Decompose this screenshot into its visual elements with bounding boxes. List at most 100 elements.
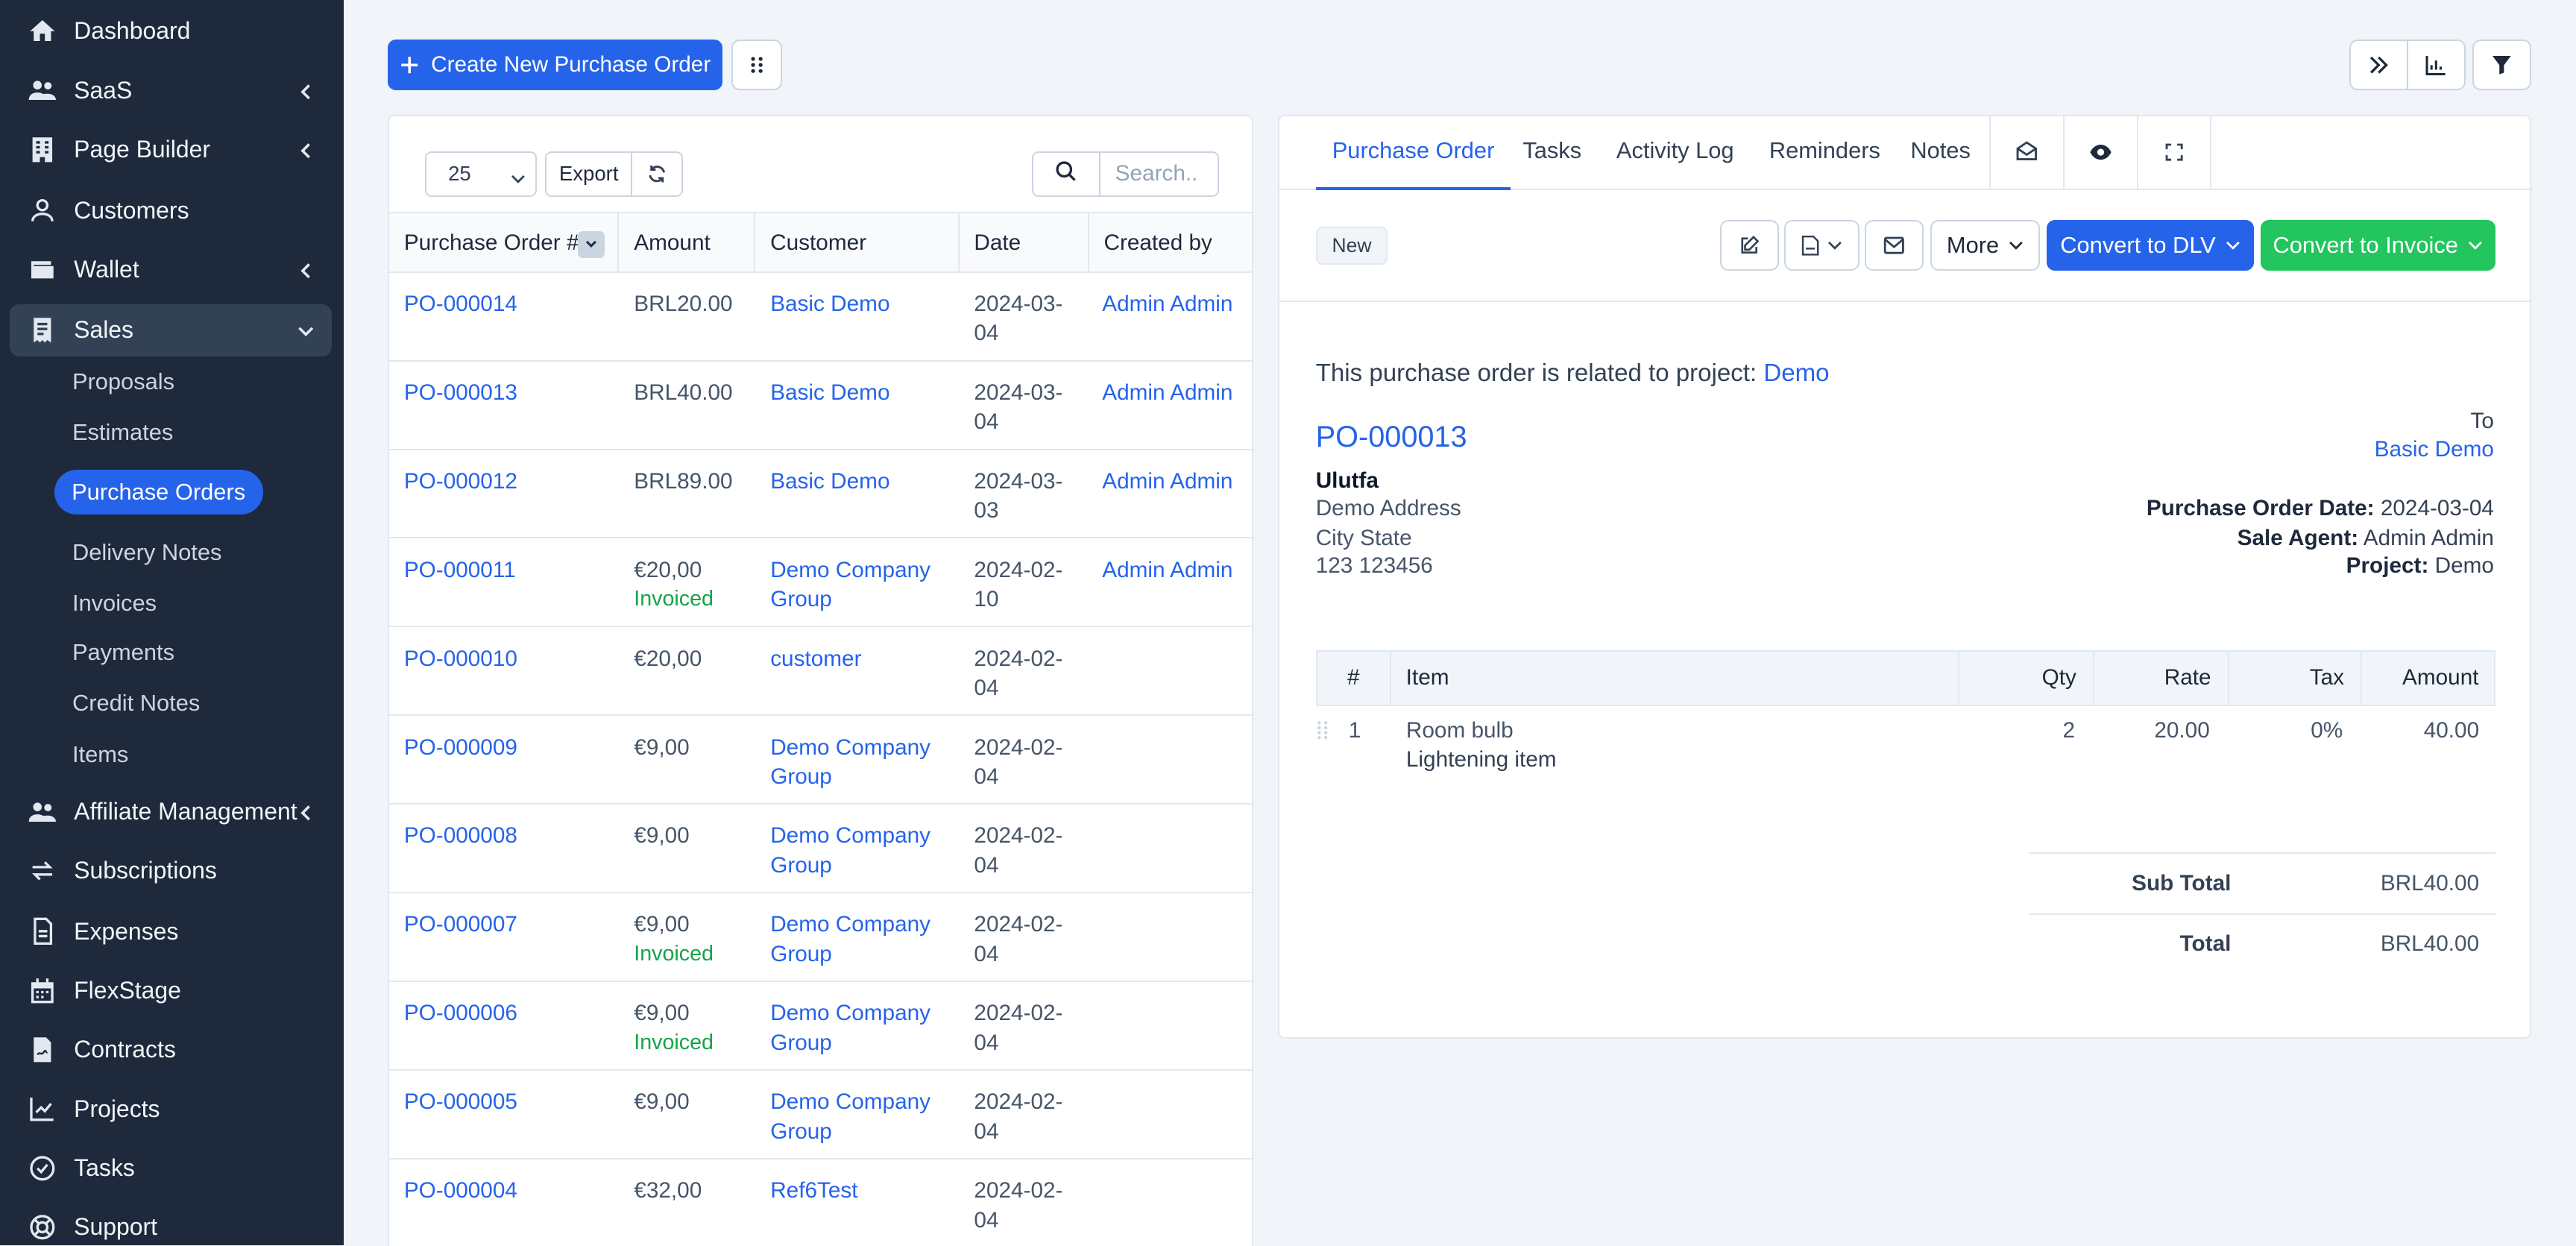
customer-link[interactable]: Basic Demo (770, 467, 942, 497)
sidebar-item-support[interactable]: Support (0, 1201, 344, 1246)
sidebar-subitem-payments[interactable]: Payments (72, 639, 174, 666)
created-by-link[interactable]: Admin Admin (1102, 289, 1232, 319)
tab-tasks[interactable]: Tasks (1522, 116, 1581, 190)
tab-views[interactable] (2063, 116, 2137, 191)
amount-cell: €9,00 (634, 821, 749, 851)
po-number-link[interactable]: PO-000006 (404, 998, 517, 1028)
table-row[interactable]: PO-000006 €9,00 Invoiced Demo Company Group… (389, 982, 1253, 1072)
send-email-button[interactable] (1864, 220, 1924, 271)
stats-button[interactable] (2406, 39, 2466, 91)
column-header-created-by[interactable]: Created by (1089, 213, 1253, 272)
sidebar-subitem-delivery-notes[interactable]: Delivery Notes (72, 539, 221, 566)
customer-link[interactable]: Demo Company Group (770, 556, 942, 614)
table-row[interactable]: PO-000008 €9,00 Demo Company Group 2024-02-… (389, 805, 1253, 894)
sidebar-item-expenses[interactable]: Expenses (0, 905, 344, 958)
table-row[interactable]: PO-000004 €32,00 Ref6Test 2024-02-04 (389, 1160, 1252, 1246)
sidebar-item-affiliate-management[interactable]: Affiliate Management (0, 785, 344, 838)
sidebar-item-projects[interactable]: Projects (0, 1083, 344, 1136)
po-number-link[interactable]: PO-000004 (404, 1176, 517, 1206)
customer-link[interactable]: Demo Company Group (770, 910, 942, 969)
po-number-link[interactable]: PO-000005 (404, 1087, 517, 1117)
sidebar-subitem-invoices[interactable]: Invoices (72, 590, 157, 617)
create-purchase-order-button[interactable]: Create New Purchase Order (388, 39, 723, 91)
table-row[interactable]: PO-000011 €20,00 Invoiced Demo Company Grou… (389, 539, 1253, 628)
created-by-link[interactable]: Admin Admin (1102, 378, 1232, 408)
edit-button[interactable] (1719, 220, 1780, 271)
sidebar-subitem-credit-notes[interactable]: Credit Notes (72, 690, 200, 717)
customer-link[interactable]: Basic Demo (2375, 437, 2494, 462)
search-input[interactable] (1098, 151, 1219, 198)
sidebar-item-flexstage[interactable]: FlexStage (0, 964, 344, 1017)
column-header-date[interactable]: Date (960, 213, 1089, 273)
created-by-link[interactable]: Admin Admin (1102, 556, 1232, 585)
sidebar-subitem-proposals[interactable]: Proposals (72, 368, 174, 395)
sidebar-item-sales[interactable]: Sales (10, 303, 333, 357)
refresh-button[interactable] (630, 151, 684, 198)
customer-link[interactable]: customer (770, 644, 942, 674)
date-cell: 2024-02-04 (974, 646, 1063, 701)
customer-link[interactable]: Demo Company Group (770, 998, 942, 1057)
to-label: To (2470, 409, 2494, 434)
sidebar-item-page-builder[interactable]: Page Builder (0, 123, 344, 176)
po-number-link[interactable]: PO-000009 (404, 733, 517, 763)
table-row[interactable]: PO-000009 €9,00 Demo Company Group 2024-02-… (389, 716, 1253, 805)
sidebar-item-wallet[interactable]: Wallet (0, 243, 344, 296)
column-header-amount[interactable]: Amount (619, 213, 756, 273)
sort-icon[interactable] (578, 231, 605, 258)
tab-activity-log[interactable]: Activity Log (1616, 116, 1734, 190)
po-number-link[interactable]: PO-000014 (404, 289, 517, 319)
customer-link[interactable]: Demo Company Group (770, 1087, 942, 1146)
customer-link[interactable]: Basic Demo (770, 378, 942, 408)
customer-link[interactable]: Basic Demo (770, 289, 942, 319)
more-dropdown-button[interactable]: More (1930, 220, 2041, 271)
tab-emails[interactable] (1989, 116, 2063, 191)
po-number-link[interactable]: PO-000010 (404, 644, 517, 674)
table-row[interactable]: PO-000014 BRL20.00 Basic Demo 2024-03-04 Adm… (389, 273, 1253, 362)
project-link[interactable]: Demo (1763, 359, 1829, 387)
tab-reminders[interactable]: Reminders (1769, 116, 1880, 190)
created-by-link[interactable]: Admin Admin (1102, 467, 1232, 497)
customer-link[interactable]: Demo Company Group (770, 733, 942, 792)
subtotal-label: Sub Total (2132, 870, 2232, 896)
po-number-link[interactable]: PO-000013 (1316, 421, 1467, 454)
convert-to-invoice-button[interactable]: Convert to Invoice (2260, 220, 2495, 271)
table-row[interactable]: PO-000012 BRL89.00 Basic Demo 2024-03-03 Adm… (389, 450, 1253, 539)
sidebar-subitem-items[interactable]: Items (72, 741, 128, 768)
export-button[interactable]: Export (545, 151, 633, 198)
table-row[interactable]: PO-000013 BRL40.00 Basic Demo 2024-03-04 Adm… (389, 362, 1253, 450)
drag-handle-icon[interactable] (1316, 720, 1329, 749)
po-number-link[interactable]: PO-000007 (404, 910, 517, 940)
table-row[interactable]: PO-000010 €20,00 customer 2024-02-04 (389, 627, 1253, 717)
column-header-customer[interactable]: Customer (755, 213, 960, 273)
customer-link[interactable]: Ref6Test (770, 1176, 942, 1206)
pdf-dropdown-button[interactable] (1783, 220, 1860, 271)
po-number-link[interactable]: PO-000012 (404, 467, 517, 497)
sidebar-item-contracts[interactable]: Contracts (0, 1024, 344, 1077)
tab-fullscreen[interactable] (2137, 116, 2211, 191)
tab-notes[interactable]: Notes (1910, 116, 1971, 190)
sidebar-item-dashboard[interactable]: Dashboard (0, 5, 344, 58)
table-row[interactable]: PO-000007 €9,00 Invoiced Demo Company Group… (389, 893, 1253, 983)
filter-button[interactable] (2472, 39, 2532, 91)
po-number-link[interactable]: PO-000013 (404, 378, 517, 408)
tab-purchase-order[interactable]: Purchase Order (1315, 116, 1511, 191)
bar-chart-icon (2425, 54, 2447, 76)
sidebar-subitem-estimates[interactable]: Estimates (72, 419, 173, 446)
po-number-link[interactable]: PO-000008 (404, 821, 517, 851)
sidebar-item-saas[interactable]: SaaS (0, 64, 344, 117)
po-number-link[interactable]: PO-000011 (404, 556, 516, 585)
plus-icon (400, 55, 419, 75)
table-row[interactable]: PO-000005 €9,00 Demo Company Group 2024-02-… (389, 1071, 1253, 1160)
sidebar-subitem-purchase-orders[interactable]: Purchase Orders (54, 470, 263, 515)
convert-to-dlv-button[interactable]: Convert to DLV (2047, 220, 2254, 271)
search-button[interactable] (1031, 151, 1101, 198)
customer-link[interactable]: Demo Company Group (770, 821, 942, 880)
column-header-purchase-order[interactable]: Purchase Order # (389, 213, 620, 273)
page-size-select[interactable]: 25 (425, 151, 538, 198)
chevron-left-icon (296, 802, 315, 821)
sidebar-item-customers[interactable]: Customers (0, 184, 344, 237)
sidebar-item-tasks[interactable]: Tasks (0, 1142, 344, 1195)
grid-view-button[interactable] (731, 39, 782, 91)
sidebar-item-subscriptions[interactable]: Subscriptions (0, 845, 344, 898)
collapse-panel-button[interactable] (2349, 39, 2409, 91)
